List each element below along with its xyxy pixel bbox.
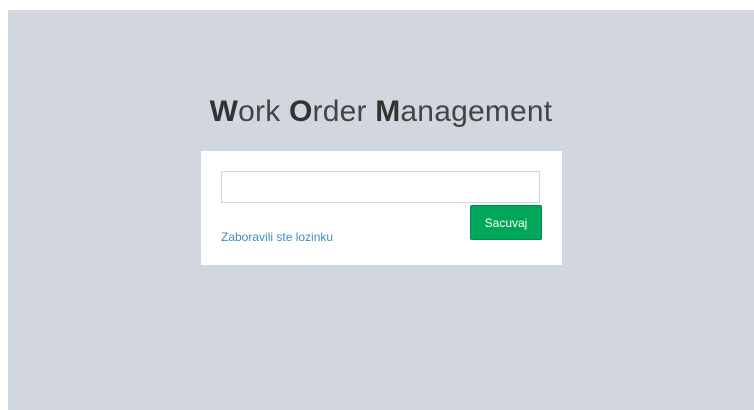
title-initial-m: M	[375, 95, 401, 128]
title-rest-m: anagement	[400, 95, 553, 128]
title-rest-o: rder	[312, 95, 376, 128]
password-input[interactable]	[221, 171, 540, 203]
app-title: Work Order Management	[8, 94, 754, 130]
title-initial-w: W	[209, 95, 239, 128]
save-button[interactable]: Sacuvaj	[470, 205, 542, 240]
login-box: Zaboravili ste lozinku Sacuvaj	[201, 151, 562, 265]
forgot-password-link[interactable]: Zaboravili ste lozinku	[221, 230, 333, 244]
title-initial-o: O	[288, 95, 313, 128]
title-rest-w: ork	[238, 95, 289, 128]
page-background: Work Order Management Zaboravili ste loz…	[8, 10, 754, 410]
